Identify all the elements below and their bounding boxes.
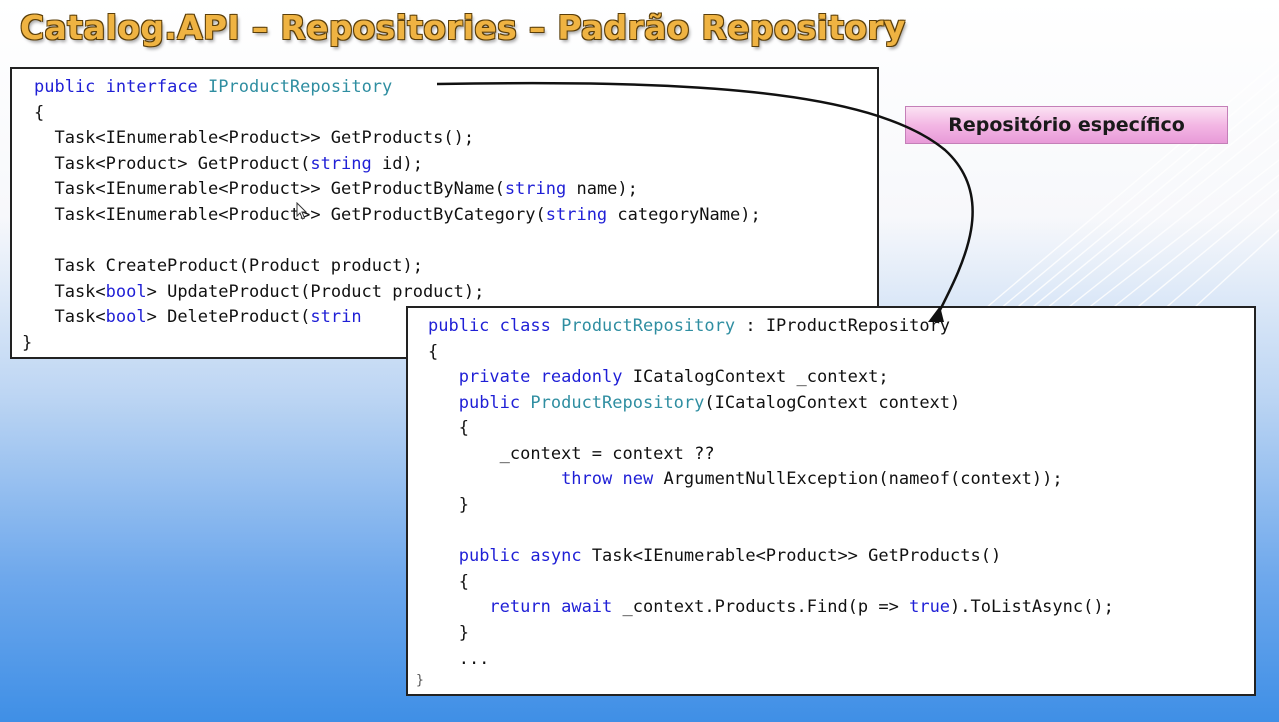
code-line: } xyxy=(22,333,33,353)
code-line: Task<bool> UpdateProduct(Product product… xyxy=(34,282,484,302)
code-token: ArgumentNullException(nameof(context)); xyxy=(653,469,1063,489)
code-line: { xyxy=(34,103,45,123)
code-token: public xyxy=(428,316,490,336)
code-line: { xyxy=(428,418,469,438)
code-token: id); xyxy=(371,154,423,174)
code-token: string xyxy=(310,154,372,174)
code-token: public xyxy=(458,393,521,413)
code-token: interface xyxy=(105,77,198,97)
code-token: public xyxy=(458,546,521,566)
code-line: } xyxy=(428,495,469,515)
code-token: async xyxy=(530,546,582,566)
code-line: Task<IEnumerable<Product>> GetProductByC… xyxy=(34,205,761,225)
code-token: bool xyxy=(105,282,147,302)
code-line: } xyxy=(428,623,469,643)
class-name: ProductRepository xyxy=(561,316,736,336)
code-line: public interface IProductRepository xyxy=(34,77,392,97)
code-line: Task<Product> GetProduct(string id); xyxy=(34,154,423,174)
code-token: bool xyxy=(105,307,147,327)
code-token: await xyxy=(561,597,613,617)
code-token: throw xyxy=(561,469,613,489)
code-line: _context = context ?? xyxy=(428,444,715,464)
code-token: string xyxy=(504,179,567,199)
code-token: ICatalogContext _context; xyxy=(622,367,889,387)
code-token: return xyxy=(489,597,551,617)
slide-title: Catalog.API – Repositories – Padrão Repo… xyxy=(20,8,906,47)
code-line: { xyxy=(428,342,439,362)
code-token: new xyxy=(622,469,654,489)
code-line: { xyxy=(428,572,469,592)
code-line: private readonly ICatalogContext _contex… xyxy=(428,367,889,387)
code-token: _context.Products.Find(p => xyxy=(612,597,910,617)
code-line: Task CreateProduct(Product product); xyxy=(34,256,423,276)
code-token: (ICatalogContext context) xyxy=(704,393,961,413)
code-line: Task<IEnumerable<Product>> GetProducts()… xyxy=(34,128,475,148)
code-token: categoryName); xyxy=(607,205,761,225)
constructor-name: ProductRepository xyxy=(530,393,705,413)
code-line: public async Task<IEnumerable<Product>> … xyxy=(428,546,1002,566)
code-line: } xyxy=(416,673,424,688)
code-token: name); xyxy=(566,179,638,199)
code-token: Task<IEnumerable<Product>> GetProductByC… xyxy=(34,205,546,225)
class-code-block: public class ProductRepository : IProduc… xyxy=(406,306,1256,696)
code-token: Task<IEnumerable<Product>> GetProducts() xyxy=(581,546,1002,566)
code-token: Task<Product> GetProduct( xyxy=(34,154,311,174)
code-line: return await _context.Products.Find(p =>… xyxy=(428,597,1114,617)
code-token: true xyxy=(909,597,951,617)
code-token: > DeleteProduct( xyxy=(146,307,311,327)
code-token: Task< xyxy=(34,307,106,327)
code-token: Task< xyxy=(34,282,106,302)
code-line: Task<IEnumerable<Product>> GetProductByN… xyxy=(34,179,638,199)
code-token: readonly xyxy=(540,367,623,387)
cursor-icon xyxy=(296,202,308,220)
code-token: ).ToListAsync(); xyxy=(950,597,1114,617)
code-token: > UpdateProduct(Product product); xyxy=(146,282,485,302)
code-line: public class ProductRepository : IProduc… xyxy=(428,316,950,336)
code-token: public xyxy=(34,77,96,97)
code-line: ... xyxy=(428,649,490,669)
interface-name: IProductRepository xyxy=(208,77,393,97)
code-line: Task<bool> DeleteProduct(strin xyxy=(34,307,362,327)
code-line: public ProductRepository(ICatalogContext… xyxy=(428,393,961,413)
code-token: string xyxy=(545,205,608,225)
code-token: private xyxy=(458,367,531,387)
code-token: strin xyxy=(310,307,362,327)
code-token: : IProductRepository xyxy=(735,316,951,336)
code-token: Task<IEnumerable<Product>> GetProductByN… xyxy=(34,179,505,199)
code-token: class xyxy=(499,316,551,336)
specific-repository-label: Repositório específico xyxy=(905,106,1228,144)
code-line: throw new ArgumentNullException(nameof(c… xyxy=(428,469,1063,489)
